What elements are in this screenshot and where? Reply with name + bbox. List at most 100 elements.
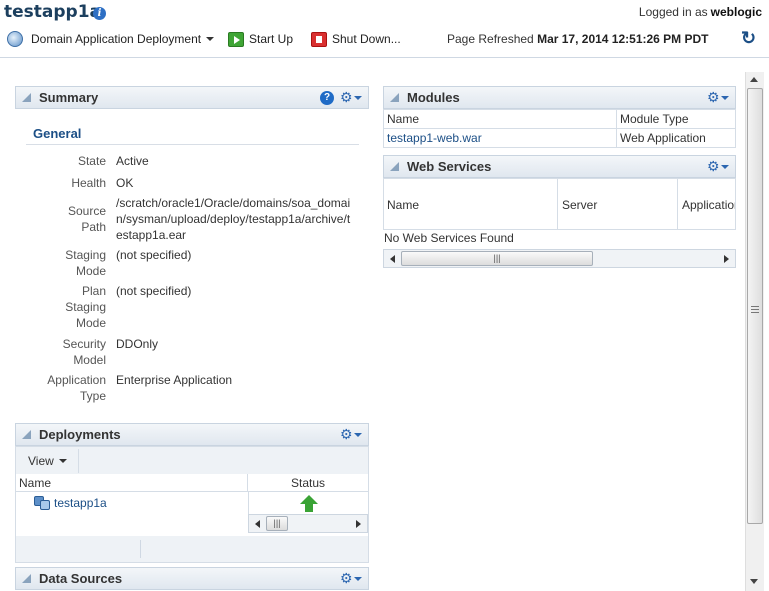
deployments-title: Deployments: [39, 427, 121, 442]
web-services-empty-text: No Web Services Found: [384, 231, 514, 245]
deployments-col-status[interactable]: Status: [248, 474, 368, 492]
summary-panel-header: Summary ? ⚙: [15, 86, 369, 109]
application-globe-icon: [7, 31, 23, 47]
source-path-label: Source Path: [67, 204, 106, 234]
scroll-thumb[interactable]: |||: [266, 516, 288, 531]
chevron-down-icon: [206, 37, 215, 41]
refresh-icon[interactable]: ↻: [741, 29, 759, 47]
collapse-icon[interactable]: [390, 93, 399, 102]
collapse-icon[interactable]: [22, 430, 31, 439]
data-sources-panel-header: Data Sources ⚙: [15, 567, 369, 590]
shut-down-button[interactable]: Shut Down...: [311, 30, 401, 48]
help-icon[interactable]: ?: [320, 90, 334, 105]
chevron-down-icon: [353, 95, 362, 100]
deployments-horizontal-scrollbar[interactable]: |||: [248, 514, 368, 533]
chevron-down-icon: [720, 95, 729, 100]
chevron-down-icon: [720, 164, 729, 169]
deployment-icon: [34, 496, 50, 510]
collapse-icon[interactable]: [22, 574, 31, 583]
modules-settings-menu[interactable]: ⚙: [707, 89, 729, 106]
summary-settings-menu[interactable]: ⚙: [340, 89, 362, 106]
web-services-title: Web Services: [407, 159, 492, 174]
gear-icon: ⚙: [340, 426, 353, 442]
logged-in-status: Logged in as weblogic: [639, 5, 762, 19]
deployment-name-link[interactable]: testapp1a: [54, 496, 107, 510]
web-services-horizontal-scrollbar[interactable]: |||: [383, 249, 736, 268]
web-services-settings-menu[interactable]: ⚙: [707, 158, 729, 175]
page-title: testapp1a: [4, 2, 102, 22]
chevron-down-icon: [353, 576, 362, 581]
scroll-left-icon[interactable]: [255, 519, 260, 528]
modules-title: Modules: [407, 90, 460, 105]
start-up-label: Start Up: [249, 32, 294, 46]
stop-icon: [311, 31, 327, 47]
domain-deployment-menu[interactable]: Domain Application Deployment: [7, 30, 215, 48]
start-icon: [228, 31, 244, 47]
deployment-status-cell: [248, 492, 368, 514]
security-model-value: DDOnly: [116, 337, 159, 351]
application-type-value: Enterprise Application: [116, 373, 233, 387]
start-up-button[interactable]: Start Up: [228, 30, 293, 48]
collapse-icon[interactable]: [22, 93, 31, 102]
deployments-panel-header: Deployments ⚙: [15, 423, 369, 446]
web-services-col-application[interactable]: Application: [678, 179, 735, 229]
footer-divider: [140, 540, 141, 558]
scroll-up-icon[interactable]: [750, 77, 758, 82]
domain-deployment-menu-label: Domain Application Deployment: [31, 32, 202, 46]
view-menu-label: View: [28, 454, 54, 468]
chevron-down-icon: [58, 459, 67, 463]
chevron-down-icon: [353, 432, 362, 437]
scroll-grip-icon: [751, 306, 759, 313]
scroll-thumb[interactable]: |||: [401, 251, 593, 266]
scroll-right-icon[interactable]: [356, 519, 361, 528]
plan-staging-mode-label: Plan Staging Mode: [65, 284, 106, 330]
gear-icon: ⚙: [707, 158, 720, 174]
deployments-col-name[interactable]: Name: [16, 474, 248, 492]
modules-table: Name Module Type testapp1-web.war Web Ap…: [383, 109, 736, 148]
staging-mode-value: (not specified): [116, 248, 192, 262]
web-services-panel-header: Web Services ⚙: [383, 155, 736, 178]
health-label: Health: [71, 176, 106, 190]
scroll-left-icon[interactable]: [390, 254, 395, 263]
page-refreshed-status: Page Refreshed Mar 17, 2014 12:51:26 PM …: [447, 32, 709, 46]
modules-col-type[interactable]: Module Type: [616, 109, 736, 129]
info-icon[interactable]: i: [93, 7, 106, 20]
logged-in-label: Logged in as: [638, 5, 708, 19]
state-value: Active: [116, 154, 149, 168]
gear-icon: ⚙: [707, 89, 720, 105]
modules-panel-header: Modules ⚙: [383, 86, 736, 109]
module-name-link[interactable]: testapp1-web.war: [383, 128, 617, 148]
application-type-label: Application Type: [47, 373, 106, 403]
web-services-col-server[interactable]: Server: [558, 179, 678, 229]
collapse-icon[interactable]: [390, 162, 399, 171]
module-type: Web Application: [616, 128, 736, 148]
deployments-settings-menu[interactable]: ⚙: [340, 426, 362, 443]
page-refreshed-time: Mar 17, 2014 12:51:26 PM PDT: [537, 32, 709, 46]
health-value: OK: [116, 176, 134, 190]
general-section-title: General: [33, 126, 82, 141]
gear-icon: ⚙: [340, 89, 353, 105]
status-up-icon: [300, 495, 318, 512]
web-services-col-name[interactable]: Name: [384, 179, 558, 229]
state-label: State: [77, 154, 106, 168]
scroll-down-icon[interactable]: [750, 579, 758, 584]
page-refreshed-label: Page Refreshed: [447, 32, 534, 46]
view-menu[interactable]: View: [16, 449, 79, 473]
security-model-label: Security Model: [62, 337, 106, 367]
table-row[interactable]: testapp1-web.war Web Application: [383, 128, 736, 148]
staging-mode-label: Staging Mode: [65, 248, 106, 278]
general-divider: [26, 144, 359, 145]
web-services-table-header: Name Server Application: [383, 178, 736, 230]
scroll-right-icon[interactable]: [724, 254, 729, 263]
source-path-value: /scratch/oracle1/Oracle/domains/soa_doma…: [116, 196, 351, 242]
plan-staging-mode-value: (not specified): [116, 284, 192, 298]
data-sources-title: Data Sources: [39, 571, 123, 586]
summary-title: Summary: [39, 90, 99, 105]
shut-down-label: Shut Down...: [332, 32, 401, 46]
modules-col-name[interactable]: Name: [383, 109, 617, 129]
table-row[interactable]: testapp1a: [34, 496, 107, 510]
deployments-table: Name Status testapp1a |||: [16, 474, 368, 536]
header-divider: [0, 57, 769, 58]
username[interactable]: weblogic: [711, 5, 762, 19]
data-sources-settings-menu[interactable]: ⚙: [340, 570, 362, 587]
